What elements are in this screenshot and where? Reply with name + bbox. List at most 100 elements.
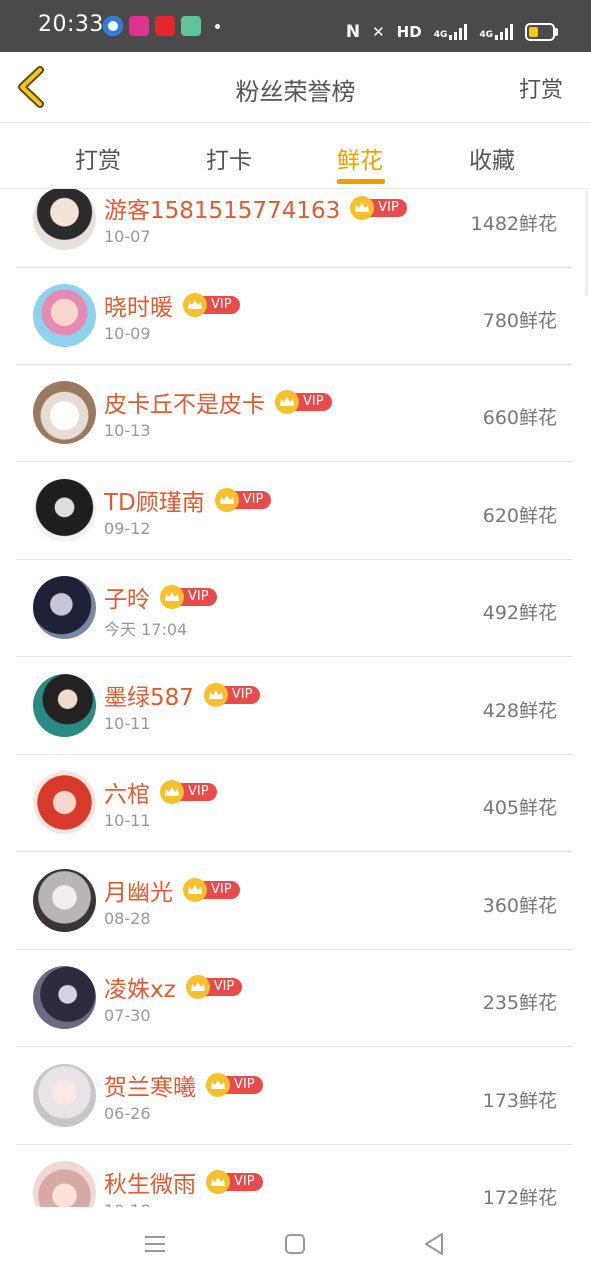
user-name[interactable]: TD顾瑾南 [104, 483, 205, 517]
flower-count: 492鲜花 [482, 602, 557, 624]
signal-icon: 4G [434, 24, 468, 40]
date-label: 10-13 [104, 421, 151, 440]
list-item[interactable]: 贺兰寒曦 VIP 06-26 173鲜花 [0, 1048, 591, 1145]
back-nav-button[interactable] [420, 1229, 450, 1259]
user-name[interactable]: 墨绿587 [104, 678, 194, 712]
user-name[interactable]: 六棺 [104, 775, 150, 809]
user-name[interactable]: 月幽光 [104, 873, 173, 907]
avatar[interactable] [33, 479, 96, 542]
crown-icon [183, 293, 207, 317]
user-name[interactable]: 贺兰寒曦 [104, 1068, 196, 1102]
vip-badge: VIP [183, 293, 240, 317]
flower-count: 620鲜花 [482, 505, 557, 527]
more-notifications-icon [215, 23, 220, 29]
avatar[interactable] [33, 771, 96, 834]
vip-badge: VIP [350, 196, 407, 220]
menu-lines-icon [145, 1236, 165, 1252]
tab-flowers[interactable]: 鲜花 [315, 141, 405, 175]
active-tab-indicator [337, 179, 385, 184]
page-title: 粉丝荣誉榜 [235, 78, 356, 106]
user-name[interactable]: 皮卡丘不是皮卡 [104, 385, 265, 419]
list-item[interactable]: 月幽光 VIP 08-28 360鲜花 [0, 853, 591, 950]
date-label: 10-11 [104, 811, 151, 830]
user-name[interactable]: 游客1581515774163 [104, 191, 340, 225]
crown-icon [183, 878, 207, 902]
app-notification-icon [129, 16, 149, 36]
list-item[interactable]: 凌姝xz VIP 07-30 235鲜花 [0, 950, 591, 1047]
navigation-bar: 粉丝荣誉榜 打赏 [0, 52, 591, 123]
avatar[interactable] [33, 1161, 96, 1207]
app-notification-icon [103, 16, 123, 36]
list-item[interactable]: TD顾瑾南 VIP 09-12 620鲜花 [0, 463, 591, 560]
avatar[interactable] [33, 674, 96, 737]
date-label: 06-26 [104, 1104, 151, 1123]
user-name[interactable]: 凌姝xz [104, 970, 176, 1004]
scrollbar[interactable] [585, 190, 588, 296]
crown-icon [275, 390, 299, 414]
reward-button[interactable]: 打赏 [519, 72, 563, 104]
avatar[interactable] [33, 576, 96, 639]
status-app-icons [103, 16, 220, 46]
date-label: 10-09 [104, 324, 151, 343]
crown-icon [206, 1170, 230, 1194]
date-label: 09-12 [104, 519, 151, 538]
list-item[interactable]: 晓时暖 VIP 10-09 780鲜花 [0, 268, 591, 365]
menu-button[interactable] [140, 1229, 170, 1259]
nfc-icon: N [345, 22, 361, 42]
user-name[interactable]: 晓时暖 [104, 288, 173, 322]
crown-icon [206, 1073, 230, 1097]
vip-badge: VIP [160, 780, 217, 804]
battery-icon [525, 23, 558, 41]
vip-badge: VIP [206, 1170, 263, 1194]
vip-badge: VIP [203, 683, 261, 707]
list-item[interactable]: 六棺 VIP 10-11 405鲜花 [0, 755, 591, 852]
list-item[interactable]: 皮卡丘不是皮卡 VIP 10-13 660鲜花 [0, 365, 591, 462]
status-time: 20:33 [38, 12, 104, 37]
user-name[interactable]: 子昤 [104, 580, 150, 614]
flower-count: 172鲜花 [482, 1187, 557, 1207]
flower-count: 1482鲜花 [470, 213, 557, 235]
list-item[interactable]: 游客1581515774163 VIP 10-07 1482鲜花 [0, 189, 591, 268]
hd-label: HD [396, 23, 422, 41]
avatar[interactable] [33, 381, 96, 444]
list-item[interactable]: 子昤 VIP 今天 17:04 492鲜花 [0, 560, 591, 657]
crown-icon [160, 585, 184, 609]
flower-count: 235鲜花 [482, 992, 557, 1014]
vip-badge: VIP [185, 975, 243, 999]
avatar[interactable] [33, 869, 96, 932]
avatar[interactable] [33, 1064, 96, 1127]
crown-icon [185, 975, 210, 999]
date-label: 今天 17:04 [104, 620, 188, 639]
flower-count: 360鲜花 [482, 895, 557, 917]
list-item[interactable]: 墨绿587 VIP 10-11 428鲜花 [0, 658, 591, 755]
vibrate-mute-icon: ✕ [372, 23, 385, 41]
ranking-tabs: 打赏 打卡 鲜花 收藏 [0, 123, 591, 189]
flower-count: 173鲜花 [482, 1090, 557, 1112]
date-label: 08-28 [104, 909, 151, 928]
vip-badge: VIP [214, 488, 272, 512]
tab-reward[interactable]: 打赏 [53, 141, 143, 175]
vip-badge: VIP [206, 1073, 263, 1097]
vip-badge: VIP [275, 390, 332, 414]
flower-count: 780鲜花 [482, 310, 557, 332]
user-name[interactable]: 秋生微雨 [104, 1165, 196, 1199]
triangle-back-icon [425, 1233, 443, 1255]
avatar[interactable] [33, 966, 96, 1029]
home-button[interactable] [280, 1229, 310, 1259]
tab-favorites[interactable]: 收藏 [447, 141, 537, 175]
avatar[interactable] [33, 189, 96, 250]
crown-icon [160, 780, 184, 804]
square-icon [285, 1234, 305, 1254]
status-bar: 20:33 N ✕ HD 4G 4G [0, 0, 591, 52]
flower-count: 428鲜花 [482, 700, 557, 722]
app-notification-icon [155, 16, 175, 36]
tab-checkin[interactable]: 打卡 [184, 141, 274, 175]
list-item[interactable]: 秋生微雨 VIP 10-18 172鲜花 [0, 1145, 591, 1207]
date-label: 10-11 [104, 714, 151, 733]
crown-icon [203, 683, 228, 707]
flower-count: 660鲜花 [482, 407, 557, 429]
avatar[interactable] [33, 284, 96, 347]
signal-icon: 4G [479, 24, 513, 40]
vip-badge: VIP [183, 878, 240, 902]
fan-ranking-list[interactable]: 游客1581515774163 VIP 10-07 1482鲜花 晓时暖 VIP… [0, 189, 591, 1207]
